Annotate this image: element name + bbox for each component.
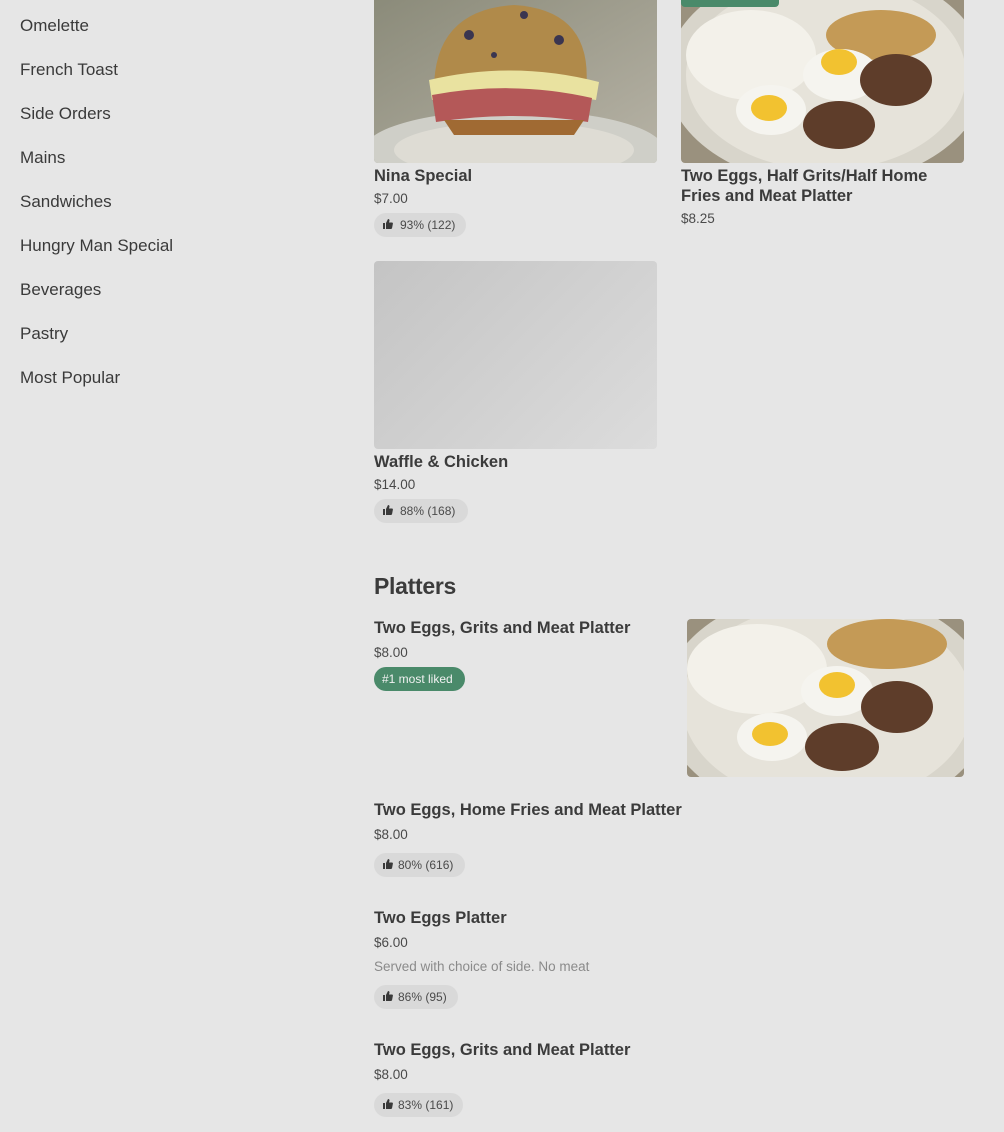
rating-badge: 88% (168) bbox=[374, 499, 468, 523]
dish-photo bbox=[687, 619, 964, 777]
most-liked-badge: #1 most liked bbox=[374, 667, 465, 691]
sidebar-item-sandwiches[interactable]: Sandwiches bbox=[20, 192, 112, 212]
dish-title: Two Eggs, Half Grits/Half Home Fries and… bbox=[681, 167, 928, 205]
dish-title: Two Eggs Platter bbox=[374, 909, 507, 927]
sidebar-item-beverages[interactable]: Beverages bbox=[20, 280, 101, 300]
dish-price: $7.00 bbox=[374, 191, 408, 206]
rating-badge: 83% (161) bbox=[374, 1093, 463, 1117]
sidebar-item-most-popular[interactable]: Most Popular bbox=[20, 368, 120, 388]
popular-tag bbox=[681, 0, 779, 7]
dish-description: Served with choice of side. No meat bbox=[374, 959, 590, 974]
dish-price: $8.00 bbox=[374, 1067, 408, 1082]
sidebar-item-side-orders[interactable]: Side Orders bbox=[20, 104, 111, 124]
rating-badge: 93% (122) bbox=[374, 213, 466, 237]
thumbs-up-icon bbox=[382, 858, 394, 873]
dish-title: Two Eggs, Home Fries and Meat Platter bbox=[374, 801, 682, 819]
rating-text: 83% (161) bbox=[398, 1098, 454, 1112]
sidebar-item-omelette[interactable]: Omelette bbox=[20, 16, 89, 36]
dish-photo bbox=[681, 0, 964, 163]
dish-price: $8.00 bbox=[374, 827, 408, 842]
dish-price: $14.00 bbox=[374, 477, 416, 492]
dish-title: Waffle & Chicken bbox=[374, 453, 509, 471]
sidebar-item-hungry-man-special[interactable]: Hungry Man Special bbox=[20, 236, 173, 256]
rating-badge: 86% (95) bbox=[374, 985, 458, 1009]
sidebar-item-mains[interactable]: Mains bbox=[20, 148, 65, 168]
sidebar-item-french-toast[interactable]: French Toast bbox=[20, 60, 118, 80]
thumbs-up-icon bbox=[382, 504, 394, 519]
sidebar-item-pastry[interactable]: Pastry bbox=[20, 324, 68, 344]
thumbs-up-icon bbox=[382, 218, 394, 233]
rating-text: 86% (95) bbox=[398, 990, 447, 1004]
dish-title: Two Eggs, Grits and Meat Platter bbox=[374, 1041, 631, 1059]
image-placeholder bbox=[374, 261, 657, 449]
dish-title: Two Eggs, Grits and Meat Platter bbox=[374, 619, 631, 637]
rating-badge: 80% (616) bbox=[374, 853, 465, 877]
dish-title: Nina Special bbox=[374, 167, 473, 185]
section-title-platters: Platters bbox=[374, 573, 456, 599]
rating-text: 88% (168) bbox=[400, 504, 456, 518]
rating-text: 93% (122) bbox=[400, 218, 456, 232]
thumbs-up-icon bbox=[382, 1098, 394, 1113]
dish-price: $8.00 bbox=[374, 645, 408, 660]
dish-price: $6.00 bbox=[374, 935, 408, 950]
thumbs-up-icon bbox=[382, 990, 394, 1005]
rating-text: 80% (616) bbox=[398, 858, 454, 872]
dish-photo bbox=[374, 0, 657, 163]
dish-price: $8.25 bbox=[681, 211, 715, 226]
